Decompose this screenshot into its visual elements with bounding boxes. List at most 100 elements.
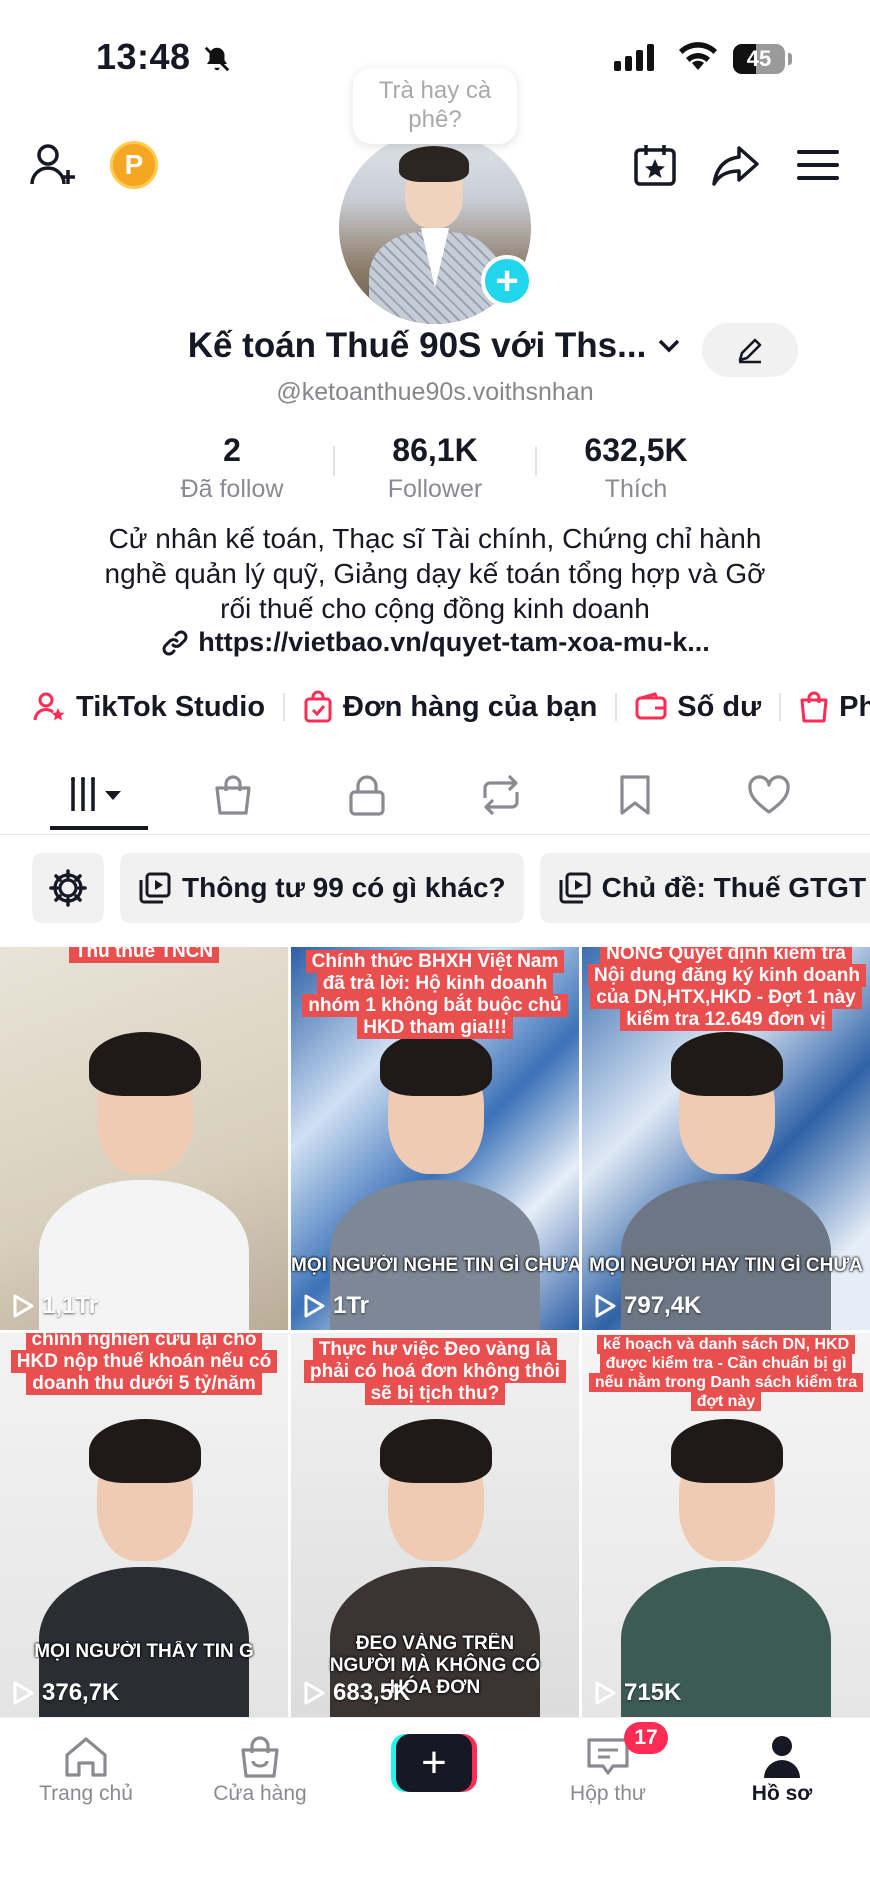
thumbnail-person (39, 1397, 249, 1717)
profile-link-row: https://vietbao.vn/quyet-tam-xoa-mu-k... (0, 627, 870, 665)
video-thumbnail[interactable]: kế hoạch và danh sách DN, HKD được kiểm … (582, 1333, 870, 1717)
cellular-signal-icon (614, 44, 658, 71)
shortcut-more[interactable]: Phần (799, 690, 870, 724)
video-thumbnail[interactable]: Chính thức BHXH Việt Nam đã trả lời: Hộ … (291, 947, 579, 1330)
view-count: 797,4K (594, 1292, 701, 1320)
play-icon (304, 1294, 325, 1318)
thumbnail-person (330, 1010, 540, 1330)
shortcut-label: Số dư (677, 690, 762, 723)
playlist-label: Chủ đề: Thuế GTGT (601, 872, 867, 903)
view-count: 376,7K (12, 1679, 119, 1707)
video-caption: Chính thức BHXH Việt Nam đã trả lời: Hộ … (297, 950, 573, 1039)
profile-handle: @ketoanthue90s.voithsnhan (276, 378, 594, 406)
stat-likes[interactable]: 632,5K Thích (566, 432, 706, 504)
chevron-down-icon[interactable] (656, 333, 682, 359)
shortcut-label: Phần (839, 690, 870, 723)
video-thumbnail[interactable]: NÓNG Quyết định kiểm tra Nội dung đăng k… (582, 947, 870, 1330)
shop-icon (241, 1736, 279, 1778)
view-count: 1Tr (303, 1292, 369, 1320)
video-subcaption: MỌI NGƯỜI NGHE TIN GÌ CHƯA? (291, 1255, 579, 1276)
shop-bag-icon (215, 775, 251, 815)
playlist-icon (139, 872, 171, 904)
play-icon (304, 1681, 325, 1705)
play-icon (595, 1294, 616, 1318)
tab-reposts[interactable] (464, 756, 538, 834)
stat-value: 2 (223, 432, 241, 468)
bio-line: rối thuế cho cộng đồng kinh doanh (220, 593, 650, 624)
share-arrow-icon (712, 146, 759, 186)
shortcut-tiktok-studio[interactable]: TikTok Studio (32, 690, 265, 724)
active-tab-indicator (50, 826, 148, 830)
menu-button[interactable] (792, 138, 844, 192)
calendar-star-button[interactable] (630, 138, 680, 192)
shortcut-orders[interactable]: Đơn hàng của bạn (303, 690, 597, 724)
video-thumbnail[interactable]: chính nghiên cứu lại cho HKD nộp thuế kh… (0, 1333, 288, 1717)
video-caption: Thực hư việc Đeo vàng là phải có hoá đơn… (297, 1338, 573, 1405)
tab-saved[interactable] (598, 756, 672, 834)
stat-following[interactable]: 2 Đã follow (172, 432, 292, 504)
playlist-settings-button[interactable] (32, 853, 104, 923)
link-text: https://vietbao.vn/quyet-tam-xoa-mu-k... (198, 627, 710, 657)
tab-liked[interactable] (732, 756, 806, 834)
share-profile-button[interactable] (710, 138, 762, 192)
home-icon (65, 1737, 107, 1777)
plus-icon: + (396, 1734, 472, 1792)
add-person-icon (30, 144, 75, 185)
create-button[interactable]: + (391, 1734, 477, 1792)
shortcut-divider (615, 693, 618, 721)
profile-link[interactable]: https://vietbao.vn/quyet-tam-xoa-mu-k... (160, 627, 710, 658)
heart-icon (748, 775, 790, 814)
profile-name[interactable]: Kế toán Thuế 90S với Ths... (188, 326, 647, 366)
battery-icon: 45 (733, 44, 785, 74)
status-note-bubble[interactable]: Trà hay cà phê? (353, 68, 517, 144)
shortcut-label: TikTok Studio (76, 690, 266, 723)
tab-videos[interactable] (50, 756, 148, 834)
play-icon (595, 1681, 616, 1705)
video-grid: Thủ thuế TNCN 1,1Tr Chính thức BHXH Việt… (0, 947, 870, 1717)
playlist-label: Thông tư 99 có gì khác? (182, 872, 506, 903)
shopping-bag-icon (800, 691, 828, 723)
nav-label: Trang chủ (39, 1782, 133, 1805)
video-caption: chính nghiên cứu lại cho HKD nộp thuế kh… (6, 1333, 282, 1395)
view-count: 715K (594, 1679, 681, 1707)
bio-line: nghề quản lý quỹ, Giảng dạy kế toán tổng… (104, 558, 766, 589)
nav-home[interactable]: Trang chủ (6, 1732, 166, 1806)
playlist-chip[interactable]: Thông tư 99 có gì khác? (120, 853, 524, 923)
link-icon (162, 630, 188, 655)
nav-label: Hồ sơ (751, 1782, 813, 1805)
view-count: 683,5K (303, 1679, 410, 1707)
thumbnail-person (621, 1010, 831, 1330)
person-star-icon (33, 692, 65, 721)
shortcut-divider (779, 693, 782, 721)
videos-grid-icon (71, 777, 121, 811)
video-thumbnail[interactable]: Thủ thuế TNCN 1,1Tr (0, 947, 288, 1330)
stat-followers[interactable]: 86,1K Follower (370, 432, 500, 504)
add-story-button[interactable]: + (481, 255, 533, 307)
profile-bio: Cử nhân kế toán, Thạc sĩ Tài chính, Chứn… (60, 521, 810, 626)
video-caption: NÓNG Quyết định kiểm tra Nội dung đăng k… (588, 947, 866, 1031)
video-caption: Thủ thuế TNCN (6, 947, 282, 963)
playlist-chip[interactable]: Chủ đề: Thuế GTGT (539, 853, 870, 923)
add-friend-button[interactable] (26, 138, 80, 192)
bookmark-icon (620, 775, 650, 815)
hamburger-menu-icon (797, 150, 839, 180)
thumbnail-person (39, 1010, 249, 1330)
video-subcaption: MỌI NGƯỜI HAY TIN GÌ CHƯA (589, 1255, 863, 1276)
wifi-icon (679, 42, 717, 70)
shortcut-balance[interactable]: Số dư (635, 691, 761, 724)
content-tabs (0, 756, 870, 835)
battery-tip (788, 53, 792, 65)
stat-label: Thích (604, 475, 668, 503)
playlist-icon (559, 872, 591, 904)
nav-profile[interactable]: Hồ sơ (702, 1732, 862, 1806)
thumbnail-person (621, 1397, 831, 1717)
coin-reward-button[interactable]: P (110, 141, 158, 189)
edit-profile-button[interactable] (702, 323, 798, 377)
stat-divider (535, 446, 537, 476)
video-thumbnail[interactable]: Thực hư việc Đeo vàng là phải có hoá đơn… (291, 1333, 579, 1717)
nav-shop[interactable]: Cửa hàng (180, 1732, 340, 1806)
tab-shop[interactable] (196, 756, 270, 834)
profile-person-icon (764, 1736, 800, 1778)
play-icon (13, 1681, 34, 1705)
tab-private[interactable] (330, 756, 404, 834)
